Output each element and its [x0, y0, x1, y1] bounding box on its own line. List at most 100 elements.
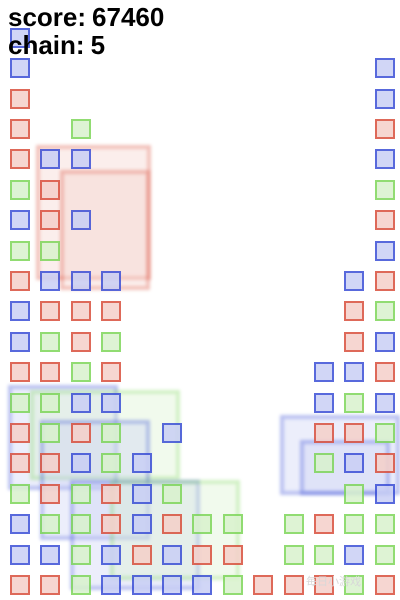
- red-block[interactable]: [374, 362, 395, 383]
- blue-block[interactable]: [40, 149, 61, 170]
- red-block[interactable]: [40, 483, 61, 504]
- blue-block[interactable]: [40, 544, 61, 565]
- blue-block[interactable]: [101, 392, 122, 413]
- red-block[interactable]: [10, 271, 30, 291]
- blue-block[interactable]: [131, 453, 152, 474]
- blue-block[interactable]: [70, 392, 91, 413]
- blue-block[interactable]: [192, 575, 213, 595]
- green-block[interactable]: [70, 544, 91, 565]
- red-block[interactable]: [101, 483, 122, 504]
- green-block[interactable]: [40, 331, 61, 352]
- green-block[interactable]: [70, 514, 91, 535]
- blue-block[interactable]: [374, 58, 395, 79]
- green-block[interactable]: [10, 179, 30, 200]
- red-block[interactable]: [253, 575, 274, 595]
- red-block[interactable]: [10, 88, 30, 109]
- green-block[interactable]: [40, 514, 61, 535]
- blue-block[interactable]: [131, 483, 152, 504]
- blue-block[interactable]: [70, 149, 91, 170]
- green-block[interactable]: [374, 514, 395, 535]
- green-block[interactable]: [101, 423, 122, 443]
- blue-block[interactable]: [131, 514, 152, 535]
- red-block[interactable]: [10, 149, 30, 170]
- red-block[interactable]: [101, 362, 122, 383]
- blue-block[interactable]: [314, 392, 334, 413]
- red-block[interactable]: [40, 453, 61, 474]
- green-block[interactable]: [344, 514, 365, 535]
- blue-block[interactable]: [344, 271, 365, 291]
- green-block[interactable]: [70, 575, 91, 595]
- green-block[interactable]: [162, 483, 182, 504]
- red-block[interactable]: [374, 271, 395, 291]
- red-block[interactable]: [10, 119, 30, 139]
- green-block[interactable]: [10, 392, 30, 413]
- red-block[interactable]: [10, 575, 30, 595]
- blue-block[interactable]: [101, 544, 122, 565]
- blue-block[interactable]: [162, 544, 182, 565]
- green-block[interactable]: [374, 179, 395, 200]
- green-block[interactable]: [314, 453, 334, 474]
- blue-block[interactable]: [131, 575, 152, 595]
- red-block[interactable]: [374, 210, 395, 231]
- green-block[interactable]: [70, 362, 91, 383]
- blue-block[interactable]: [314, 362, 334, 383]
- blue-block[interactable]: [374, 240, 395, 261]
- blue-block[interactable]: [374, 483, 395, 504]
- blue-block[interactable]: [101, 575, 122, 595]
- blue-block[interactable]: [374, 392, 395, 413]
- red-block[interactable]: [10, 362, 30, 383]
- blue-block[interactable]: [344, 544, 365, 565]
- green-block[interactable]: [222, 575, 243, 595]
- red-block[interactable]: [162, 514, 182, 535]
- blue-block[interactable]: [10, 301, 30, 322]
- green-block[interactable]: [70, 119, 91, 139]
- green-block[interactable]: [192, 514, 213, 535]
- green-block[interactable]: [40, 423, 61, 443]
- red-block[interactable]: [222, 544, 243, 565]
- green-block[interactable]: [10, 483, 30, 504]
- red-block[interactable]: [70, 301, 91, 322]
- blue-block[interactable]: [70, 210, 91, 231]
- blue-block[interactable]: [101, 271, 122, 291]
- blue-block[interactable]: [162, 575, 182, 595]
- green-block[interactable]: [70, 483, 91, 504]
- green-block[interactable]: [374, 423, 395, 443]
- red-block[interactable]: [101, 514, 122, 535]
- green-block[interactable]: [374, 544, 395, 565]
- red-block[interactable]: [40, 575, 61, 595]
- green-block[interactable]: [283, 514, 304, 535]
- red-block[interactable]: [101, 301, 122, 322]
- red-block[interactable]: [10, 453, 30, 474]
- red-block[interactable]: [70, 423, 91, 443]
- red-block[interactable]: [314, 423, 334, 443]
- red-block[interactable]: [40, 210, 61, 231]
- red-block[interactable]: [344, 423, 365, 443]
- game-board[interactable]: [0, 0, 400, 600]
- blue-block[interactable]: [374, 331, 395, 352]
- blue-block[interactable]: [162, 423, 182, 443]
- red-block[interactable]: [344, 331, 365, 352]
- red-block[interactable]: [40, 179, 61, 200]
- green-block[interactable]: [344, 392, 365, 413]
- red-block[interactable]: [70, 331, 91, 352]
- red-block[interactable]: [344, 301, 365, 322]
- blue-block[interactable]: [10, 514, 30, 535]
- red-block[interactable]: [10, 423, 30, 443]
- blue-block[interactable]: [10, 58, 30, 79]
- green-block[interactable]: [40, 240, 61, 261]
- red-block[interactable]: [374, 119, 395, 139]
- blue-block[interactable]: [40, 271, 61, 291]
- blue-block[interactable]: [10, 210, 30, 231]
- blue-block[interactable]: [374, 149, 395, 170]
- red-block[interactable]: [374, 575, 395, 595]
- blue-block[interactable]: [344, 362, 365, 383]
- red-block[interactable]: [374, 453, 395, 474]
- blue-block[interactable]: [10, 331, 30, 352]
- blue-block[interactable]: [374, 88, 395, 109]
- green-block[interactable]: [101, 331, 122, 352]
- blue-block[interactable]: [70, 453, 91, 474]
- green-block[interactable]: [10, 240, 30, 261]
- green-block[interactable]: [344, 483, 365, 504]
- green-block[interactable]: [283, 544, 304, 565]
- green-block[interactable]: [40, 392, 61, 413]
